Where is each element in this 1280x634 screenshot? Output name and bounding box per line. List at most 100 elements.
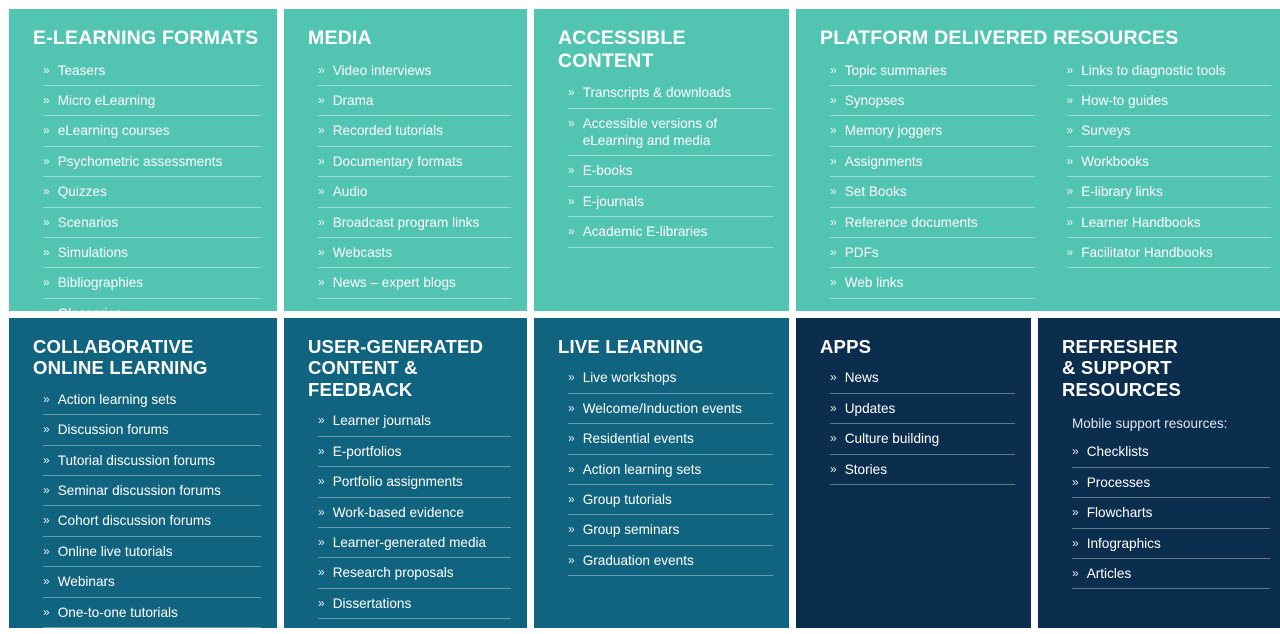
list-item[interactable]: » Work-based evidence xyxy=(318,498,511,528)
item-list: » Links to diagnostic tools» How-to guid… xyxy=(1049,56,1271,269)
item-list: » Topic summaries» Synopses» Memory jogg… xyxy=(812,56,1035,299)
list-item[interactable]: » Psychometric assessments xyxy=(43,147,261,178)
list-item[interactable]: » Links to diagnostic tools xyxy=(1066,56,1271,86)
double-chevron-right-icon: » xyxy=(568,224,575,239)
list-item[interactable]: » Research proposals xyxy=(318,558,511,589)
panel-subnote: Mobile support resources: xyxy=(1072,416,1228,432)
double-chevron-right-icon: » xyxy=(830,400,837,415)
list-item[interactable]: » Academic E-libraries xyxy=(568,217,773,248)
list-item[interactable]: » Documentary formats xyxy=(318,147,511,178)
list-item[interactable]: » Tutorial discussion forums xyxy=(43,446,261,477)
list-item[interactable]: » Portfolio assignments xyxy=(318,467,511,498)
list-item[interactable]: » Synopses xyxy=(830,86,1035,117)
list-item[interactable]: » Dissertations xyxy=(318,589,511,620)
list-item[interactable]: » Video interviews xyxy=(318,56,511,86)
list-item[interactable]: » Memory joggers xyxy=(830,116,1035,147)
list-item[interactable]: » Reference documents xyxy=(830,208,1035,238)
list-item[interactable]: » eLearning courses xyxy=(43,116,261,147)
list-item[interactable]: » Welcome/Induction events xyxy=(568,394,773,425)
list-item[interactable]: » News xyxy=(830,363,1015,394)
list-item[interactable]: » Cohort discussion forums xyxy=(43,506,261,537)
list-item[interactable]: » E-books xyxy=(568,156,773,187)
list-item[interactable]: » Action learning sets xyxy=(568,455,773,486)
double-chevron-right-icon: » xyxy=(568,115,575,130)
double-chevron-right-icon: » xyxy=(1072,444,1079,459)
list-item[interactable]: » Webinars xyxy=(43,567,261,598)
list-item[interactable]: » E-journals xyxy=(568,187,773,218)
double-chevron-right-icon: » xyxy=(1066,244,1074,259)
panel-refresher-and-support-resources: REFRESHER & SUPPORT RESOURCES Mobile supp… xyxy=(1038,318,1280,628)
list-item[interactable]: » Seminar discussion forums xyxy=(43,476,261,507)
list-item[interactable]: » Topic summaries xyxy=(830,56,1035,86)
list-item-label: Dissertations xyxy=(332,595,412,611)
list-item[interactable]: » Bibliographies xyxy=(43,268,261,299)
double-chevron-right-icon: » xyxy=(1066,93,1074,107)
list-item[interactable]: » Teasers xyxy=(43,56,261,86)
list-item[interactable]: » Discussion forums xyxy=(43,415,261,446)
list-item[interactable]: » Live workshops xyxy=(568,363,773,394)
list-item-label: E-journals xyxy=(582,193,644,209)
list-item[interactable]: » Glossaries xyxy=(43,299,261,311)
list-item-label: Video interviews xyxy=(332,62,432,78)
list-item[interactable]: » One-to-one tutorials xyxy=(43,598,261,628)
list-item-label: Flowcharts xyxy=(1086,505,1153,521)
double-chevron-right-icon: » xyxy=(568,400,575,415)
double-chevron-right-icon: » xyxy=(43,543,50,558)
panel-title: ACCESSIBLE CONTENT xyxy=(558,27,686,72)
list-item[interactable]: » Updates xyxy=(830,394,1015,425)
double-chevron-right-icon: » xyxy=(43,513,50,528)
list-item[interactable]: » Scenarios xyxy=(43,208,261,238)
list-item-label: Online live tutorials xyxy=(57,543,173,559)
list-item[interactable]: » Workbooks xyxy=(1066,147,1271,178)
list-item[interactable]: » Online live tutorials xyxy=(43,537,261,568)
list-item-label: Group seminars xyxy=(582,522,680,538)
list-item-label: Learner journals xyxy=(332,413,431,429)
list-item[interactable]: » Action learning sets xyxy=(43,385,261,416)
list-item[interactable]: » Web links xyxy=(830,268,1035,299)
list-item[interactable]: » Recorded tutorials xyxy=(318,116,511,147)
list-item[interactable]: » Processes xyxy=(1072,468,1270,499)
list-item[interactable]: » Stories xyxy=(830,455,1015,486)
list-item[interactable]: » Accessible versions of eLearning and m… xyxy=(568,109,773,157)
panel-accessible-content: ACCESSIBLE CONTENT » Transcripts & downlo… xyxy=(534,9,789,311)
double-chevron-right-icon: » xyxy=(43,305,50,311)
list-item[interactable]: » Learner Handbooks xyxy=(1066,208,1271,238)
list-item-label: Graduation events xyxy=(582,552,694,568)
list-item[interactable]: » Infographics xyxy=(1072,529,1270,559)
list-item[interactable]: » Transcripts & downloads xyxy=(568,78,773,109)
list-item[interactable]: » Drama xyxy=(318,86,511,117)
double-chevron-right-icon: » xyxy=(830,93,837,107)
list-item[interactable]: » Learner journals xyxy=(318,406,511,437)
list-item[interactable]: » Surveys xyxy=(1066,116,1271,147)
list-item[interactable]: » Micro eLearning xyxy=(43,86,261,117)
list-item[interactable]: » Broadcast program links xyxy=(318,208,511,238)
list-item[interactable]: » Facilitator Handbooks xyxy=(1066,238,1271,269)
list-item[interactable]: » Group seminars xyxy=(568,515,773,546)
list-item[interactable]: » E-portfolios xyxy=(318,437,511,468)
list-item[interactable]: » Assignments xyxy=(830,147,1035,178)
double-chevron-right-icon: » xyxy=(318,184,325,199)
list-item[interactable]: » Quizzes xyxy=(43,177,261,208)
item-list: » Learner journals» E-portfolios» Portfo… xyxy=(300,406,511,620)
list-item[interactable]: » Learner-generated media xyxy=(318,528,511,559)
list-item[interactable]: » PDFs xyxy=(830,238,1035,269)
list-item[interactable]: » Set Books xyxy=(830,177,1035,208)
list-item[interactable]: » Articles xyxy=(1072,559,1270,590)
item-list: » Video interviews» Drama» Recorded tuto… xyxy=(300,56,511,299)
list-item[interactable]: » Culture building xyxy=(830,424,1015,455)
list-item[interactable]: » Group tutorials xyxy=(568,485,773,516)
list-item-label: Memory joggers xyxy=(844,123,943,139)
list-item[interactable]: » Simulations xyxy=(43,238,261,269)
list-item[interactable]: » News – expert blogs xyxy=(318,268,511,299)
list-item[interactable]: » E-library links xyxy=(1066,177,1271,208)
list-item[interactable]: » Flowcharts xyxy=(1072,498,1270,529)
list-item[interactable]: » Audio xyxy=(318,177,511,208)
list-item[interactable]: » Residential events xyxy=(568,424,773,455)
panel-column-1: » Learner journals» E-portfolios» Portfo… xyxy=(300,406,511,620)
list-item[interactable]: » Graduation events xyxy=(568,546,773,577)
list-item[interactable]: » Webcasts xyxy=(318,238,511,269)
list-item[interactable]: » Checklists xyxy=(1072,437,1270,468)
list-item[interactable]: » How-to guides xyxy=(1066,86,1271,117)
double-chevron-right-icon: » xyxy=(568,85,575,100)
list-item-label: Articles xyxy=(1086,565,1132,581)
